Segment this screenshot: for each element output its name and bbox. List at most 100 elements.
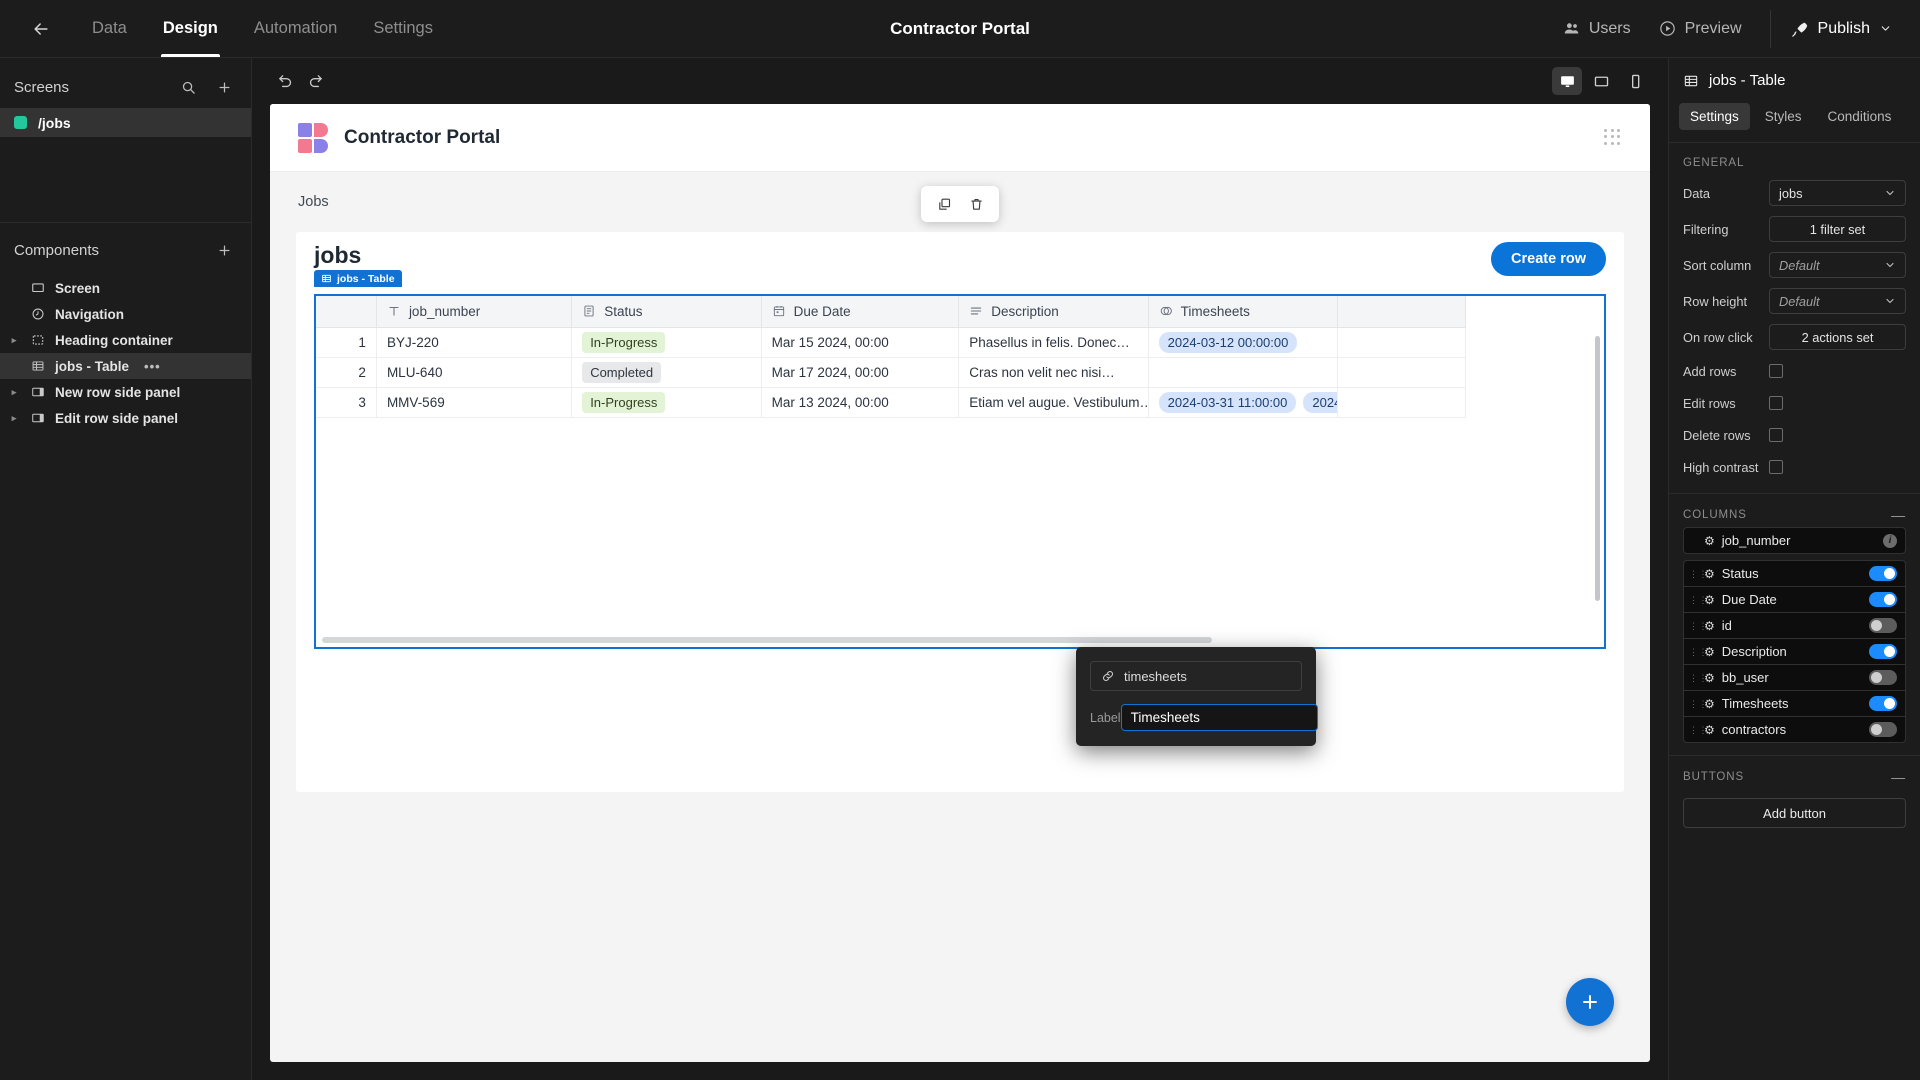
redo-button[interactable] — [300, 66, 330, 96]
drag-handle-icon[interactable]: ⋮⋮ — [1689, 725, 1708, 734]
column-visibility-toggle[interactable] — [1869, 592, 1897, 607]
tab-settings[interactable]: Settings — [357, 0, 449, 57]
component-more-menu-button[interactable]: ••• — [144, 359, 161, 374]
add-rows-checkbox[interactable] — [1769, 364, 1783, 378]
chevron-down-icon — [1886, 298, 1894, 304]
drag-handle-icon[interactable]: ⋮⋮ — [1689, 647, 1708, 656]
sidebar-item-jobs-screen[interactable]: /jobs — [0, 108, 251, 137]
device-tablet-button[interactable] — [1586, 67, 1616, 95]
column-visibility-toggle[interactable] — [1869, 670, 1897, 685]
undo-button[interactable] — [270, 66, 300, 96]
column-visibility-toggle[interactable] — [1869, 696, 1897, 711]
column-item-contractors[interactable]: ⋮⋮ ⚙ contractors — [1683, 716, 1906, 743]
table-row[interactable]: 2 MLU-640 Completed Mar 17 2024, 00:00 C… — [316, 357, 1466, 388]
delete-rows-checkbox[interactable] — [1769, 428, 1783, 442]
gear-icon[interactable]: ⚙ — [1704, 671, 1715, 685]
add-component-fab[interactable] — [1566, 978, 1614, 1026]
tab-automation[interactable]: Automation — [238, 0, 353, 57]
grid-header-job-number[interactable]: job_number — [376, 296, 573, 328]
setting-label: Add rows — [1683, 363, 1737, 379]
gear-icon[interactable]: ⚙ — [1704, 645, 1715, 659]
grid-scroll-area[interactable]: job_number Status Due Date Description T… — [316, 296, 1604, 647]
components-add-button[interactable] — [211, 237, 237, 263]
table-row[interactable]: 3 MMV-569 In-Progress Mar 13 2024, 00:00… — [316, 387, 1466, 418]
grid-horizontal-scrollbar[interactable] — [322, 637, 1212, 643]
component-item-screen[interactable]: Screen — [0, 275, 251, 301]
grid-header-row: job_number Status Due Date Description T… — [316, 296, 1466, 328]
cell-timesheets — [1148, 357, 1339, 388]
component-item-edit-row-side-panel[interactable]: ▸ Edit row side panel — [0, 405, 251, 431]
info-icon[interactable]: i — [1883, 533, 1897, 548]
users-button[interactable]: Users — [1549, 12, 1645, 46]
label-input[interactable] — [1120, 704, 1318, 731]
tab-design[interactable]: Design — [147, 0, 234, 57]
relationship-field[interactable]: timesheets — [1090, 661, 1302, 691]
row-index: 1 — [316, 327, 377, 358]
gear-icon[interactable]: ⚙ — [1704, 567, 1715, 581]
column-item-id[interactable]: ⋮⋮ ⚙ id — [1683, 612, 1906, 639]
component-label: Navigation — [55, 306, 125, 322]
grid-handle-icon[interactable] — [1604, 128, 1622, 147]
grid-header-description[interactable]: Description — [958, 296, 1149, 328]
column-visibility-toggle[interactable] — [1869, 618, 1897, 633]
gear-icon[interactable]: ⚙ — [1704, 619, 1715, 633]
drag-handle-icon[interactable]: ⋮⋮ — [1689, 673, 1708, 682]
screens-search-button[interactable] — [175, 74, 201, 100]
gear-icon[interactable]: ⚙ — [1704, 534, 1715, 548]
on-row-click-button[interactable]: 2 actions set — [1769, 324, 1906, 350]
component-item-jobs-table[interactable]: jobs - Table ••• — [0, 353, 251, 379]
component-item-navigation[interactable]: Navigation — [0, 301, 251, 327]
filtering-button[interactable]: 1 filter set — [1769, 216, 1906, 242]
expand-chevron-icon[interactable]: ▸ — [8, 335, 20, 346]
component-item-new-row-side-panel[interactable]: ▸ New row side panel — [0, 379, 251, 405]
tab-conditions-panel[interactable]: Conditions — [1817, 103, 1903, 130]
device-mobile-button[interactable] — [1620, 67, 1650, 95]
column-item-status[interactable]: ⋮⋮ ⚙ Status — [1683, 560, 1906, 587]
create-row-button[interactable]: Create row — [1491, 242, 1606, 276]
data-source-select[interactable]: jobs — [1769, 180, 1906, 206]
tab-settings-panel[interactable]: Settings — [1679, 103, 1750, 130]
play-circle-icon — [1659, 21, 1675, 36]
column-item-due-date[interactable]: ⋮⋮ ⚙ Due Date — [1683, 586, 1906, 613]
drag-handle-icon[interactable]: ⋮⋮ — [1689, 569, 1708, 578]
column-name: id — [1721, 618, 1732, 633]
grid-header-timesheets[interactable]: Timesheets — [1148, 296, 1339, 328]
publish-button[interactable]: Publish — [1769, 9, 1902, 48]
tab-styles-panel[interactable]: Styles — [1754, 103, 1813, 130]
component-item-heading-container[interactable]: ▸ Heading container — [0, 327, 251, 353]
high-contrast-checkbox[interactable] — [1769, 460, 1783, 474]
edit-rows-checkbox[interactable] — [1769, 396, 1783, 410]
buttons-section-title: BUTTONS — — [1669, 756, 1920, 790]
row-height-select[interactable]: Default — [1769, 288, 1906, 314]
column-visibility-toggle[interactable] — [1869, 644, 1897, 659]
back-button[interactable] — [20, 8, 62, 50]
delete-icon[interactable] — [963, 191, 989, 217]
duplicate-icon[interactable] — [931, 191, 957, 217]
screens-add-button[interactable] — [211, 74, 237, 100]
sort-column-select[interactable]: Default — [1769, 252, 1906, 278]
grid-vertical-scrollbar[interactable] — [1595, 336, 1600, 601]
table-row[interactable]: 1 BYJ-220 In-Progress Mar 15 2024, 00:00… — [316, 327, 1466, 358]
device-desktop-button[interactable] — [1552, 67, 1582, 95]
expand-chevron-icon[interactable]: ▸ — [8, 413, 20, 424]
column-item-job-number[interactable]: ⚙ job_number i — [1683, 527, 1906, 554]
collapse-columns-button[interactable]: — — [1891, 508, 1906, 522]
column-item-timesheets[interactable]: ⋮⋮ ⚙ Timesheets — [1683, 690, 1906, 717]
grid-header-status[interactable]: Status — [571, 296, 762, 328]
column-visibility-toggle[interactable] — [1869, 566, 1897, 581]
preview-button[interactable]: Preview — [1645, 12, 1756, 46]
gear-icon[interactable]: ⚙ — [1704, 593, 1715, 607]
tab-data[interactable]: Data — [76, 0, 143, 57]
column-visibility-toggle[interactable] — [1869, 722, 1897, 737]
drag-handle-icon[interactable]: ⋮⋮ — [1689, 595, 1708, 604]
drag-handle-icon[interactable]: ⋮⋮ — [1689, 621, 1708, 630]
expand-chevron-icon[interactable]: ▸ — [8, 387, 20, 398]
add-button[interactable]: Add button — [1683, 798, 1906, 828]
column-item-bb-user[interactable]: ⋮⋮ ⚙ bb_user — [1683, 664, 1906, 691]
collapse-buttons-button[interactable]: — — [1891, 770, 1906, 784]
drag-handle-icon[interactable]: ⋮⋮ — [1689, 699, 1708, 708]
gear-icon[interactable]: ⚙ — [1704, 697, 1715, 711]
grid-header-due-date[interactable]: Due Date — [761, 296, 960, 328]
gear-icon[interactable]: ⚙ — [1704, 723, 1715, 737]
column-item-description[interactable]: ⋮⋮ ⚙ Description — [1683, 638, 1906, 665]
